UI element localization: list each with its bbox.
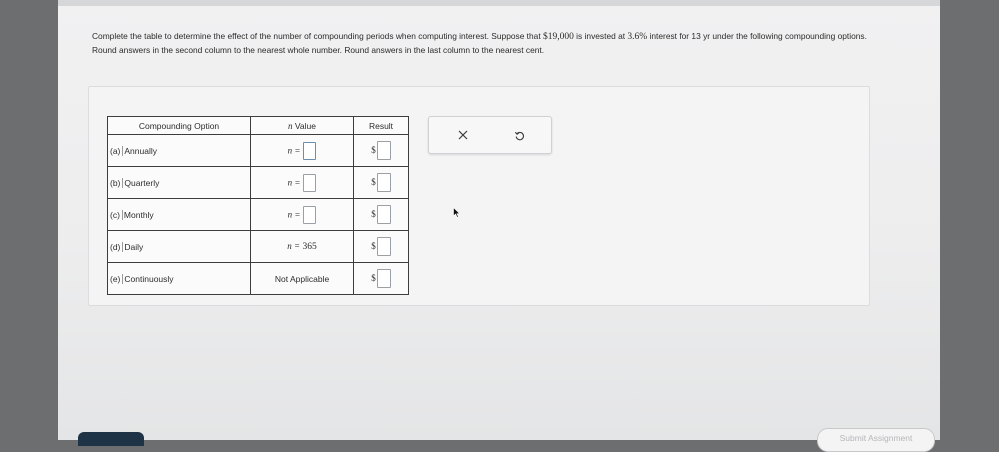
question-part-2: is invested at [573, 31, 628, 41]
n-equals-label: n = [287, 241, 301, 251]
option-letter: (d) [110, 241, 124, 252]
dollar-sign: $ [371, 208, 376, 219]
dollar-sign: $ [371, 272, 376, 283]
submit-assignment-button[interactable]: Submit Assignment [817, 428, 935, 452]
n-equals-label: n = [287, 144, 301, 155]
option-letter: (e) [110, 273, 124, 284]
option-label: Daily [124, 241, 144, 252]
result-cell: $ [353, 230, 409, 263]
n-input-quarterly[interactable] [303, 173, 317, 192]
n-cell: n = 365 [250, 230, 354, 263]
mouse-cursor-icon [453, 207, 460, 218]
result-input-daily[interactable] [376, 237, 391, 256]
answer-toolbar [428, 116, 552, 154]
top-strip [58, 0, 940, 6]
result-input-continuously[interactable] [376, 269, 391, 288]
result-input-quarterly[interactable] [376, 173, 391, 192]
header-compounding-option: Compounding Option [107, 116, 251, 135]
question-text: Complete the table to determine the effe… [92, 30, 872, 57]
n-input-annually[interactable] [303, 141, 317, 160]
close-icon [458, 130, 468, 140]
question-part-1: Complete the table to determine the effe… [92, 31, 543, 41]
dollar-sign: $ [371, 144, 376, 155]
table-row: (b) Quarterly n = $ [107, 166, 409, 199]
n-equals-label: n = [287, 176, 301, 187]
result-cell: $ [353, 198, 409, 231]
result-input-annually[interactable] [376, 141, 391, 160]
result-cell: $ [353, 134, 409, 167]
table-row: (c) Monthly n = $ [107, 198, 409, 231]
undo-icon [514, 131, 524, 140]
result-cell: $ [353, 166, 409, 199]
n-cell: n = [250, 134, 354, 167]
principal-amount: $19,000 [542, 32, 574, 42]
option-letter: (c) [110, 209, 123, 220]
n-equals-label: n = [287, 208, 301, 219]
result-cell: $ [353, 262, 409, 295]
n-not-applicable: Not Applicable [250, 262, 354, 295]
bottom-nav-tab[interactable] [78, 432, 144, 446]
result-input-monthly[interactable] [376, 205, 391, 224]
dollar-sign: $ [371, 176, 376, 187]
table-row: (a) Annually n = $ [107, 134, 409, 167]
table-row: (d) Daily n = 365 $ [107, 230, 409, 263]
clear-button[interactable] [455, 127, 471, 143]
header-result: Result [353, 116, 409, 135]
option-cell: (d) Daily [107, 230, 251, 263]
n-cell: n = [250, 166, 354, 199]
option-label: Quarterly [124, 177, 160, 188]
option-label: Annually [124, 145, 157, 156]
option-cell: (a) Annually [107, 134, 251, 167]
option-label: Monthly [123, 209, 154, 220]
header-n-value: n Value [250, 116, 354, 135]
option-cell: (c) Monthly [107, 198, 251, 231]
n-input-monthly[interactable] [303, 205, 317, 224]
n-value-daily: 365 [302, 242, 317, 252]
option-cell: (e) Continuously [107, 262, 251, 295]
option-letter: (a) [110, 145, 124, 156]
option-letter: (b) [110, 177, 124, 188]
option-label: Continuously [124, 273, 174, 284]
n-symbol: n [288, 120, 293, 131]
table-row: (e) Continuously Not Applicable $ [107, 262, 409, 295]
interest-rate: 3.6% [627, 32, 648, 42]
option-cell: (b) Quarterly [107, 166, 251, 199]
compounding-table: Compounding Option n Value Result (a) Ann… [107, 116, 409, 295]
undo-button[interactable] [511, 127, 527, 143]
n-cell: n = [250, 198, 354, 231]
dollar-sign: $ [371, 240, 376, 251]
table-header-row: Compounding Option n Value Result [107, 116, 409, 135]
